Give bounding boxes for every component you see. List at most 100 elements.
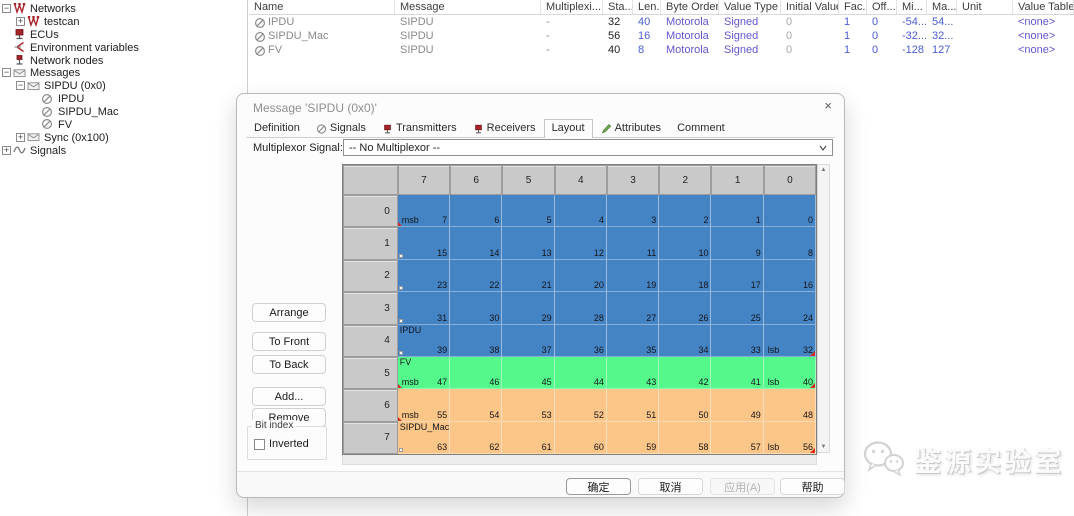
bit-cell[interactable]: 37 [502, 325, 554, 357]
bit-cell[interactable]: 54 [450, 389, 502, 421]
horizontal-scrollbar[interactable] [342, 455, 817, 465]
expand-icon[interactable]: + [2, 146, 11, 155]
tab-attributes[interactable]: Attributes [593, 119, 669, 137]
add-button[interactable]: Add... [252, 387, 326, 406]
bit-cell[interactable]: lsb40 [764, 357, 816, 389]
drag-handle[interactable] [399, 448, 403, 452]
tree-item-testcan[interactable]: +testcan [0, 15, 247, 28]
bit-cell[interactable]: SIPDU_Mac63 [398, 422, 450, 454]
bit-cell[interactable]: 58 [659, 422, 711, 454]
drag-handle[interactable] [399, 319, 403, 323]
tab-comment[interactable]: Comment [669, 119, 733, 137]
bit-cell[interactable]: 6 [450, 195, 502, 227]
column-header-message[interactable]: Message [395, 0, 541, 14]
bit-cell[interactable]: 59 [607, 422, 659, 454]
bit-cell[interactable]: 41 [711, 357, 763, 389]
collapse-icon[interactable]: − [2, 4, 11, 13]
bit-cell[interactable]: 38 [450, 325, 502, 357]
tab-signals[interactable]: Signals [308, 119, 374, 137]
bit-cell[interactable]: 28 [555, 292, 607, 324]
column-header-value-table[interactable]: Value Table [1013, 0, 1074, 14]
bit-cell[interactable]: 49 [711, 389, 763, 421]
bit-cell[interactable]: 10 [659, 227, 711, 259]
bit-cell[interactable]: 46 [450, 357, 502, 389]
bit-cell[interactable]: 0 [764, 195, 816, 227]
bit-cell[interactable]: 50 [659, 389, 711, 421]
bit-cell[interactable]: IPDU39 [398, 325, 450, 357]
bit-cell[interactable]: 36 [555, 325, 607, 357]
multiplexor-select[interactable]: -- No Multiplexor -- [343, 139, 833, 156]
scroll-down-icon[interactable]: ▼ [821, 442, 827, 452]
bit-cell[interactable]: 12 [555, 227, 607, 259]
bit-cell[interactable]: 1 [711, 195, 763, 227]
inverted-checkbox[interactable] [254, 439, 265, 450]
bit-cell[interactable]: 27 [607, 292, 659, 324]
column-header-fac[interactable]: Fac... [839, 0, 867, 14]
column-header-len[interactable]: Len... [633, 0, 661, 14]
bit-cell[interactable]: 5 [502, 195, 554, 227]
tree-item-sipdu-0x0[interactable]: −SIPDU (0x0) [0, 79, 247, 92]
expand-icon[interactable]: + [16, 133, 25, 142]
tree-item-networks[interactable]: −Networks [0, 2, 247, 15]
bit-cell[interactable]: 31 [398, 292, 450, 324]
help-button[interactable]: 帮助 [780, 478, 845, 495]
bit-cell[interactable]: 48 [764, 389, 816, 421]
to-back-button[interactable]: To Back [252, 355, 326, 374]
ok-button[interactable]: 确定 [566, 478, 631, 495]
table-row[interactable]: FVSIPDU-408MotorolaSigned010-128127<none… [249, 43, 1074, 57]
bit-cell[interactable]: 11 [607, 227, 659, 259]
bit-cell[interactable]: 20 [555, 260, 607, 292]
tree-item-ipdu[interactable]: IPDU [0, 92, 247, 105]
tree-item-signals[interactable]: +Signals [0, 144, 247, 157]
bit-cell[interactable]: 14 [450, 227, 502, 259]
tree-item-ecus[interactable]: ECUs [0, 28, 247, 41]
bit-cell[interactable]: 61 [502, 422, 554, 454]
tree-item-sync-0x100[interactable]: +Sync (0x100) [0, 131, 247, 144]
bit-cell[interactable]: 23 [398, 260, 450, 292]
bit-cell[interactable]: 52 [555, 389, 607, 421]
bit-cell[interactable]: 57 [711, 422, 763, 454]
scroll-up-icon[interactable]: ▲ [821, 165, 827, 175]
tree-item-fv[interactable]: FV [0, 118, 247, 131]
bit-cell[interactable]: 19 [607, 260, 659, 292]
tab-layout[interactable]: Layout [544, 119, 593, 138]
tab-receivers[interactable]: Receivers [465, 119, 544, 137]
column-header-initial-value[interactable]: Initial Value [781, 0, 839, 14]
column-header-multiplexi[interactable]: Multiplexi... [541, 0, 603, 14]
bit-cell[interactable]: 24 [764, 292, 816, 324]
bit-cell[interactable]: 8 [764, 227, 816, 259]
vertical-scrollbar[interactable]: ▲ ▼ [817, 164, 830, 453]
tab-definition[interactable]: Definition [246, 119, 308, 137]
bit-cell[interactable]: 9 [711, 227, 763, 259]
bit-cell[interactable]: 33 [711, 325, 763, 357]
bit-cell[interactable]: 43 [607, 357, 659, 389]
collapse-icon[interactable]: − [16, 81, 25, 90]
bit-cell[interactable]: lsb56 [764, 422, 816, 454]
bit-cell[interactable]: 45 [502, 357, 554, 389]
column-header-value-type[interactable]: Value Type [719, 0, 781, 14]
bit-cell[interactable]: msb7 [398, 195, 450, 227]
drag-handle[interactable] [399, 351, 403, 355]
bit-cell[interactable]: 26 [659, 292, 711, 324]
bit-cell[interactable]: 3 [607, 195, 659, 227]
drag-handle[interactable] [399, 286, 403, 290]
bit-cell[interactable]: 15 [398, 227, 450, 259]
tree-item-network-nodes[interactable]: Network nodes [0, 54, 247, 67]
arrange-button[interactable]: Arrange [252, 303, 326, 322]
table-row[interactable]: IPDUSIPDU-3240MotorolaSigned010-54...54.… [249, 15, 1074, 29]
bit-cell[interactable]: 17 [711, 260, 763, 292]
tree-item-environment-variables[interactable]: Environment variables [0, 41, 247, 54]
bit-cell[interactable]: 30 [450, 292, 502, 324]
bit-cell[interactable]: 44 [555, 357, 607, 389]
bit-cell[interactable]: lsb32 [764, 325, 816, 357]
bit-cell[interactable]: FVmsb47 [398, 357, 450, 389]
column-header-name[interactable]: Name [249, 0, 395, 14]
tree-item-messages[interactable]: −Messages [0, 66, 247, 79]
bit-cell[interactable]: 53 [502, 389, 554, 421]
table-row[interactable]: SIPDU_MacSIPDU-5616MotorolaSigned010-32.… [249, 29, 1074, 43]
tree-item-sipdu-mac[interactable]: SIPDU_Mac [0, 105, 247, 118]
collapse-icon[interactable]: − [2, 68, 11, 77]
close-icon[interactable]: × [824, 99, 832, 113]
column-header-mi[interactable]: Mi... [897, 0, 927, 14]
bit-cell[interactable]: 21 [502, 260, 554, 292]
